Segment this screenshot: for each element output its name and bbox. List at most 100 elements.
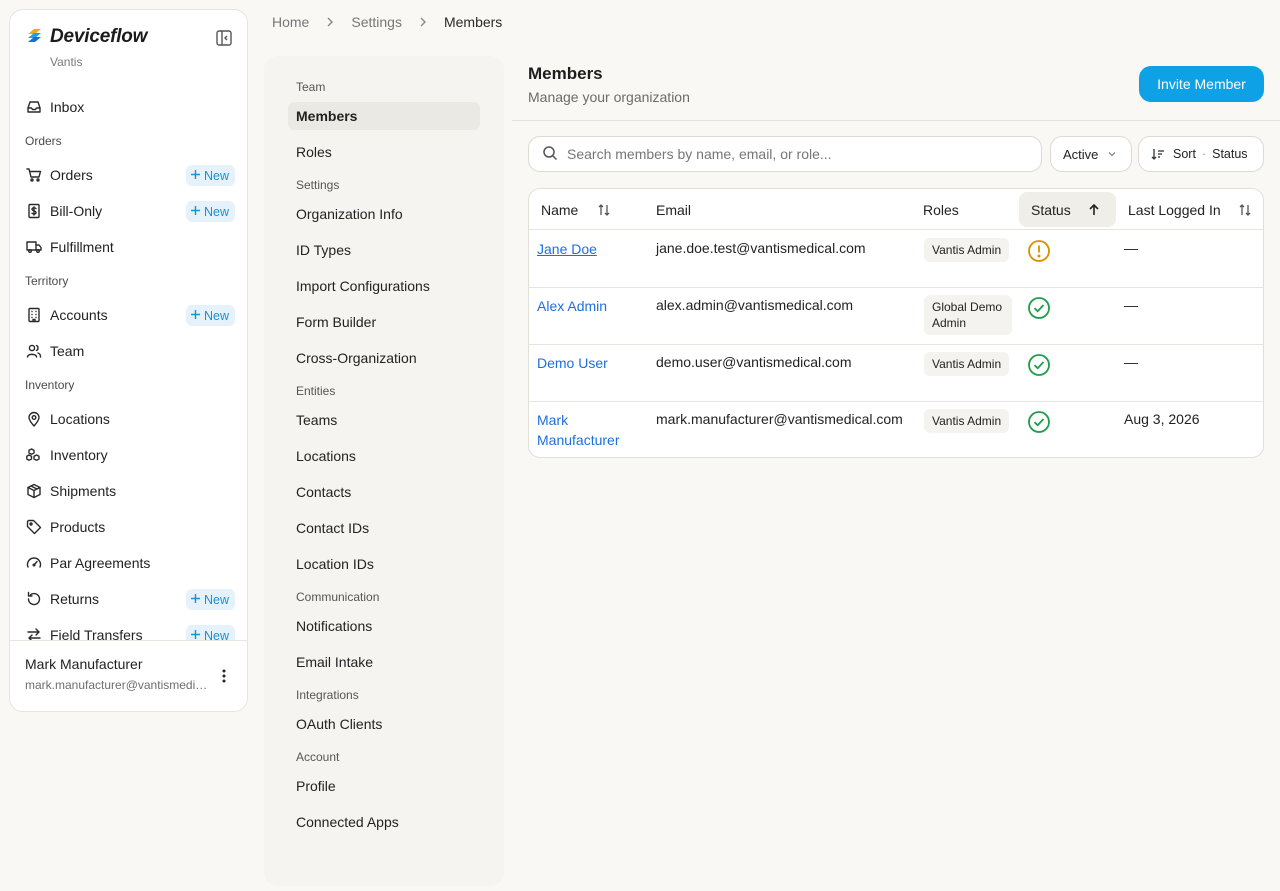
settings-group-label: Integrations bbox=[296, 688, 359, 702]
role-badge: Vantis Admin bbox=[924, 352, 1010, 376]
settings-item-contacts[interactable]: Contacts bbox=[288, 478, 480, 506]
return-icon bbox=[25, 590, 43, 608]
settings-item-notifications[interactable]: Notifications bbox=[288, 612, 480, 640]
sidebar-item-label: Accounts bbox=[50, 307, 108, 323]
new-button[interactable]: New bbox=[185, 165, 235, 186]
table-row: Jane Doe jane.doe.test@vantismedical.com V… bbox=[529, 231, 1263, 288]
settings-item-connected-apps[interactable]: Connected Apps bbox=[288, 808, 480, 836]
boxes-icon bbox=[25, 446, 43, 464]
sidebar-item-returns[interactable]: Returns New bbox=[10, 581, 247, 617]
truck-icon bbox=[25, 238, 43, 256]
table-row: Demo User demo.user@vantismedical.com Vant… bbox=[529, 345, 1263, 402]
nav-group-label: Orders bbox=[25, 134, 62, 148]
plus-icon bbox=[190, 308, 201, 323]
sort-value: Status bbox=[1212, 147, 1248, 161]
brand: Deviceflow bbox=[26, 26, 147, 48]
sidebar-item-label: Shipments bbox=[50, 483, 117, 499]
breadcrumb-home[interactable]: Home bbox=[272, 14, 309, 30]
status-filter-dropdown[interactable]: Active bbox=[1050, 136, 1132, 172]
user-profile[interactable]: Mark Manufacturer mark.manufacturer@vant… bbox=[10, 640, 247, 711]
sidebar-item-orders[interactable]: Orders New bbox=[10, 157, 247, 193]
sidebar-item-fulfillment[interactable]: Fulfillment bbox=[10, 229, 247, 265]
sort-label: Sort bbox=[1173, 147, 1196, 161]
member-email: mark.manufacturer@vantismedical.com bbox=[656, 411, 903, 427]
members-table: Name Email Roles Status Last Logged In J… bbox=[528, 188, 1264, 458]
sidebar-item-label: Products bbox=[50, 519, 106, 535]
org-name: Vantis bbox=[50, 55, 83, 69]
sidebar-item-label: Locations bbox=[50, 411, 110, 427]
settings-item-id-types[interactable]: ID Types bbox=[288, 236, 480, 264]
settings-item-locations[interactable]: Locations bbox=[288, 442, 480, 470]
app-sidebar: Deviceflow Vantis Inbox Orders Orders New Bi… bbox=[9, 9, 248, 712]
settings-item-location-ids[interactable]: Location IDs bbox=[288, 550, 480, 578]
breadcrumb: Home Settings Members bbox=[272, 14, 502, 30]
settings-item-members[interactable]: Members bbox=[288, 102, 480, 130]
plus-icon bbox=[190, 204, 201, 219]
settings-item-organization-info[interactable]: Organization Info bbox=[288, 200, 480, 228]
column-header-status[interactable]: Status bbox=[1031, 189, 1101, 230]
settings-item-contact-ids[interactable]: Contact IDs bbox=[288, 514, 480, 542]
settings-item-profile[interactable]: Profile bbox=[288, 772, 480, 800]
settings-item-teams[interactable]: Teams bbox=[288, 406, 480, 434]
search-input[interactable] bbox=[567, 146, 1007, 162]
role-badge: Vantis Admin bbox=[924, 409, 1010, 433]
table-row: Alex Admin alex.admin@vantismedical.com Gl… bbox=[529, 288, 1263, 345]
settings-group-label: Settings bbox=[296, 178, 340, 192]
sidebar-item-locations[interactable]: Locations bbox=[10, 401, 247, 437]
page-title: Members bbox=[528, 64, 603, 83]
column-header-email: Email bbox=[656, 189, 691, 230]
settings-item-import-configurations[interactable]: Import Configurations bbox=[288, 272, 480, 300]
nav-group-label: Inventory bbox=[25, 378, 75, 392]
member-name-link[interactable]: Mark Manufacturer bbox=[537, 410, 647, 450]
sidebar-item-shipments[interactable]: Shipments bbox=[10, 473, 247, 509]
settings-item-form-builder[interactable]: Form Builder bbox=[288, 308, 480, 336]
settings-item-oauth-clients[interactable]: OAuth Clients bbox=[288, 710, 480, 738]
new-label: New bbox=[203, 308, 229, 323]
package-icon bbox=[25, 482, 43, 500]
chevron-down-icon bbox=[1107, 149, 1117, 159]
new-label: New bbox=[203, 592, 229, 607]
member-email: demo.user@vantismedical.com bbox=[656, 354, 852, 370]
settings-group-label: Team bbox=[296, 80, 326, 94]
settings-item-cross-organization[interactable]: Cross-Organization bbox=[288, 344, 480, 372]
settings-item-email-intake[interactable]: Email Intake bbox=[288, 648, 480, 676]
settings-item-roles[interactable]: Roles bbox=[288, 138, 480, 166]
new-button[interactable]: New bbox=[185, 201, 235, 222]
sidebar-item-accounts[interactable]: Accounts New bbox=[10, 297, 247, 333]
member-name-link[interactable]: Alex Admin bbox=[537, 296, 647, 316]
sort-button[interactable]: Sort · Status bbox=[1138, 136, 1264, 172]
settings-menu: Team Members Roles Settings Organization Inf… bbox=[264, 56, 504, 886]
more-vertical-icon[interactable] bbox=[215, 667, 233, 685]
sidebar-item-products[interactable]: Products bbox=[10, 509, 247, 545]
member-email: jane.doe.test@vantismedical.com bbox=[656, 240, 866, 256]
invite-member-button[interactable]: Invite Member bbox=[1139, 66, 1264, 102]
member-name-link[interactable]: Jane Doe bbox=[537, 239, 647, 259]
new-label: New bbox=[203, 168, 229, 183]
column-header-last-logged-in[interactable]: Last Logged In bbox=[1128, 189, 1253, 230]
breadcrumb-settings[interactable]: Settings bbox=[351, 14, 402, 30]
sidebar-item-team[interactable]: Team bbox=[10, 333, 247, 369]
deviceflow-logo-icon bbox=[26, 27, 43, 47]
breadcrumb-members: Members bbox=[443, 14, 503, 30]
arrow-up-icon[interactable] bbox=[1087, 203, 1101, 217]
sort-arrows-icon[interactable] bbox=[596, 202, 612, 218]
column-label: Last Logged In bbox=[1128, 201, 1221, 218]
sort-arrows-icon[interactable] bbox=[1237, 202, 1253, 218]
member-name-link[interactable]: Demo User bbox=[537, 353, 647, 373]
new-button[interactable]: New bbox=[185, 305, 235, 326]
sidebar-item-bill-only[interactable]: Bill-Only New bbox=[10, 193, 247, 229]
check-circle-icon bbox=[1027, 353, 1051, 377]
column-label: Status bbox=[1031, 201, 1071, 218]
sidebar-item-par-agreements[interactable]: Par Agreements bbox=[10, 545, 247, 581]
chevron-right-icon bbox=[325, 17, 335, 27]
gauge-icon bbox=[25, 554, 43, 572]
app-nav: Inbox Orders Orders New Bill-Only New Fulfillm… bbox=[10, 89, 247, 653]
table-header: Name Email Roles Status Last Logged In bbox=[529, 189, 1263, 230]
role-badge: Global Demo Admin bbox=[924, 295, 1012, 335]
sidebar-item-inventory[interactable]: Inventory bbox=[10, 437, 247, 473]
column-header-name[interactable]: Name bbox=[541, 189, 612, 230]
sidebar-collapse-icon[interactable] bbox=[215, 29, 233, 47]
new-button[interactable]: New bbox=[185, 589, 235, 610]
sidebar-item-inbox[interactable]: Inbox bbox=[10, 89, 247, 125]
sidebar-item-label: Inventory bbox=[50, 447, 108, 463]
